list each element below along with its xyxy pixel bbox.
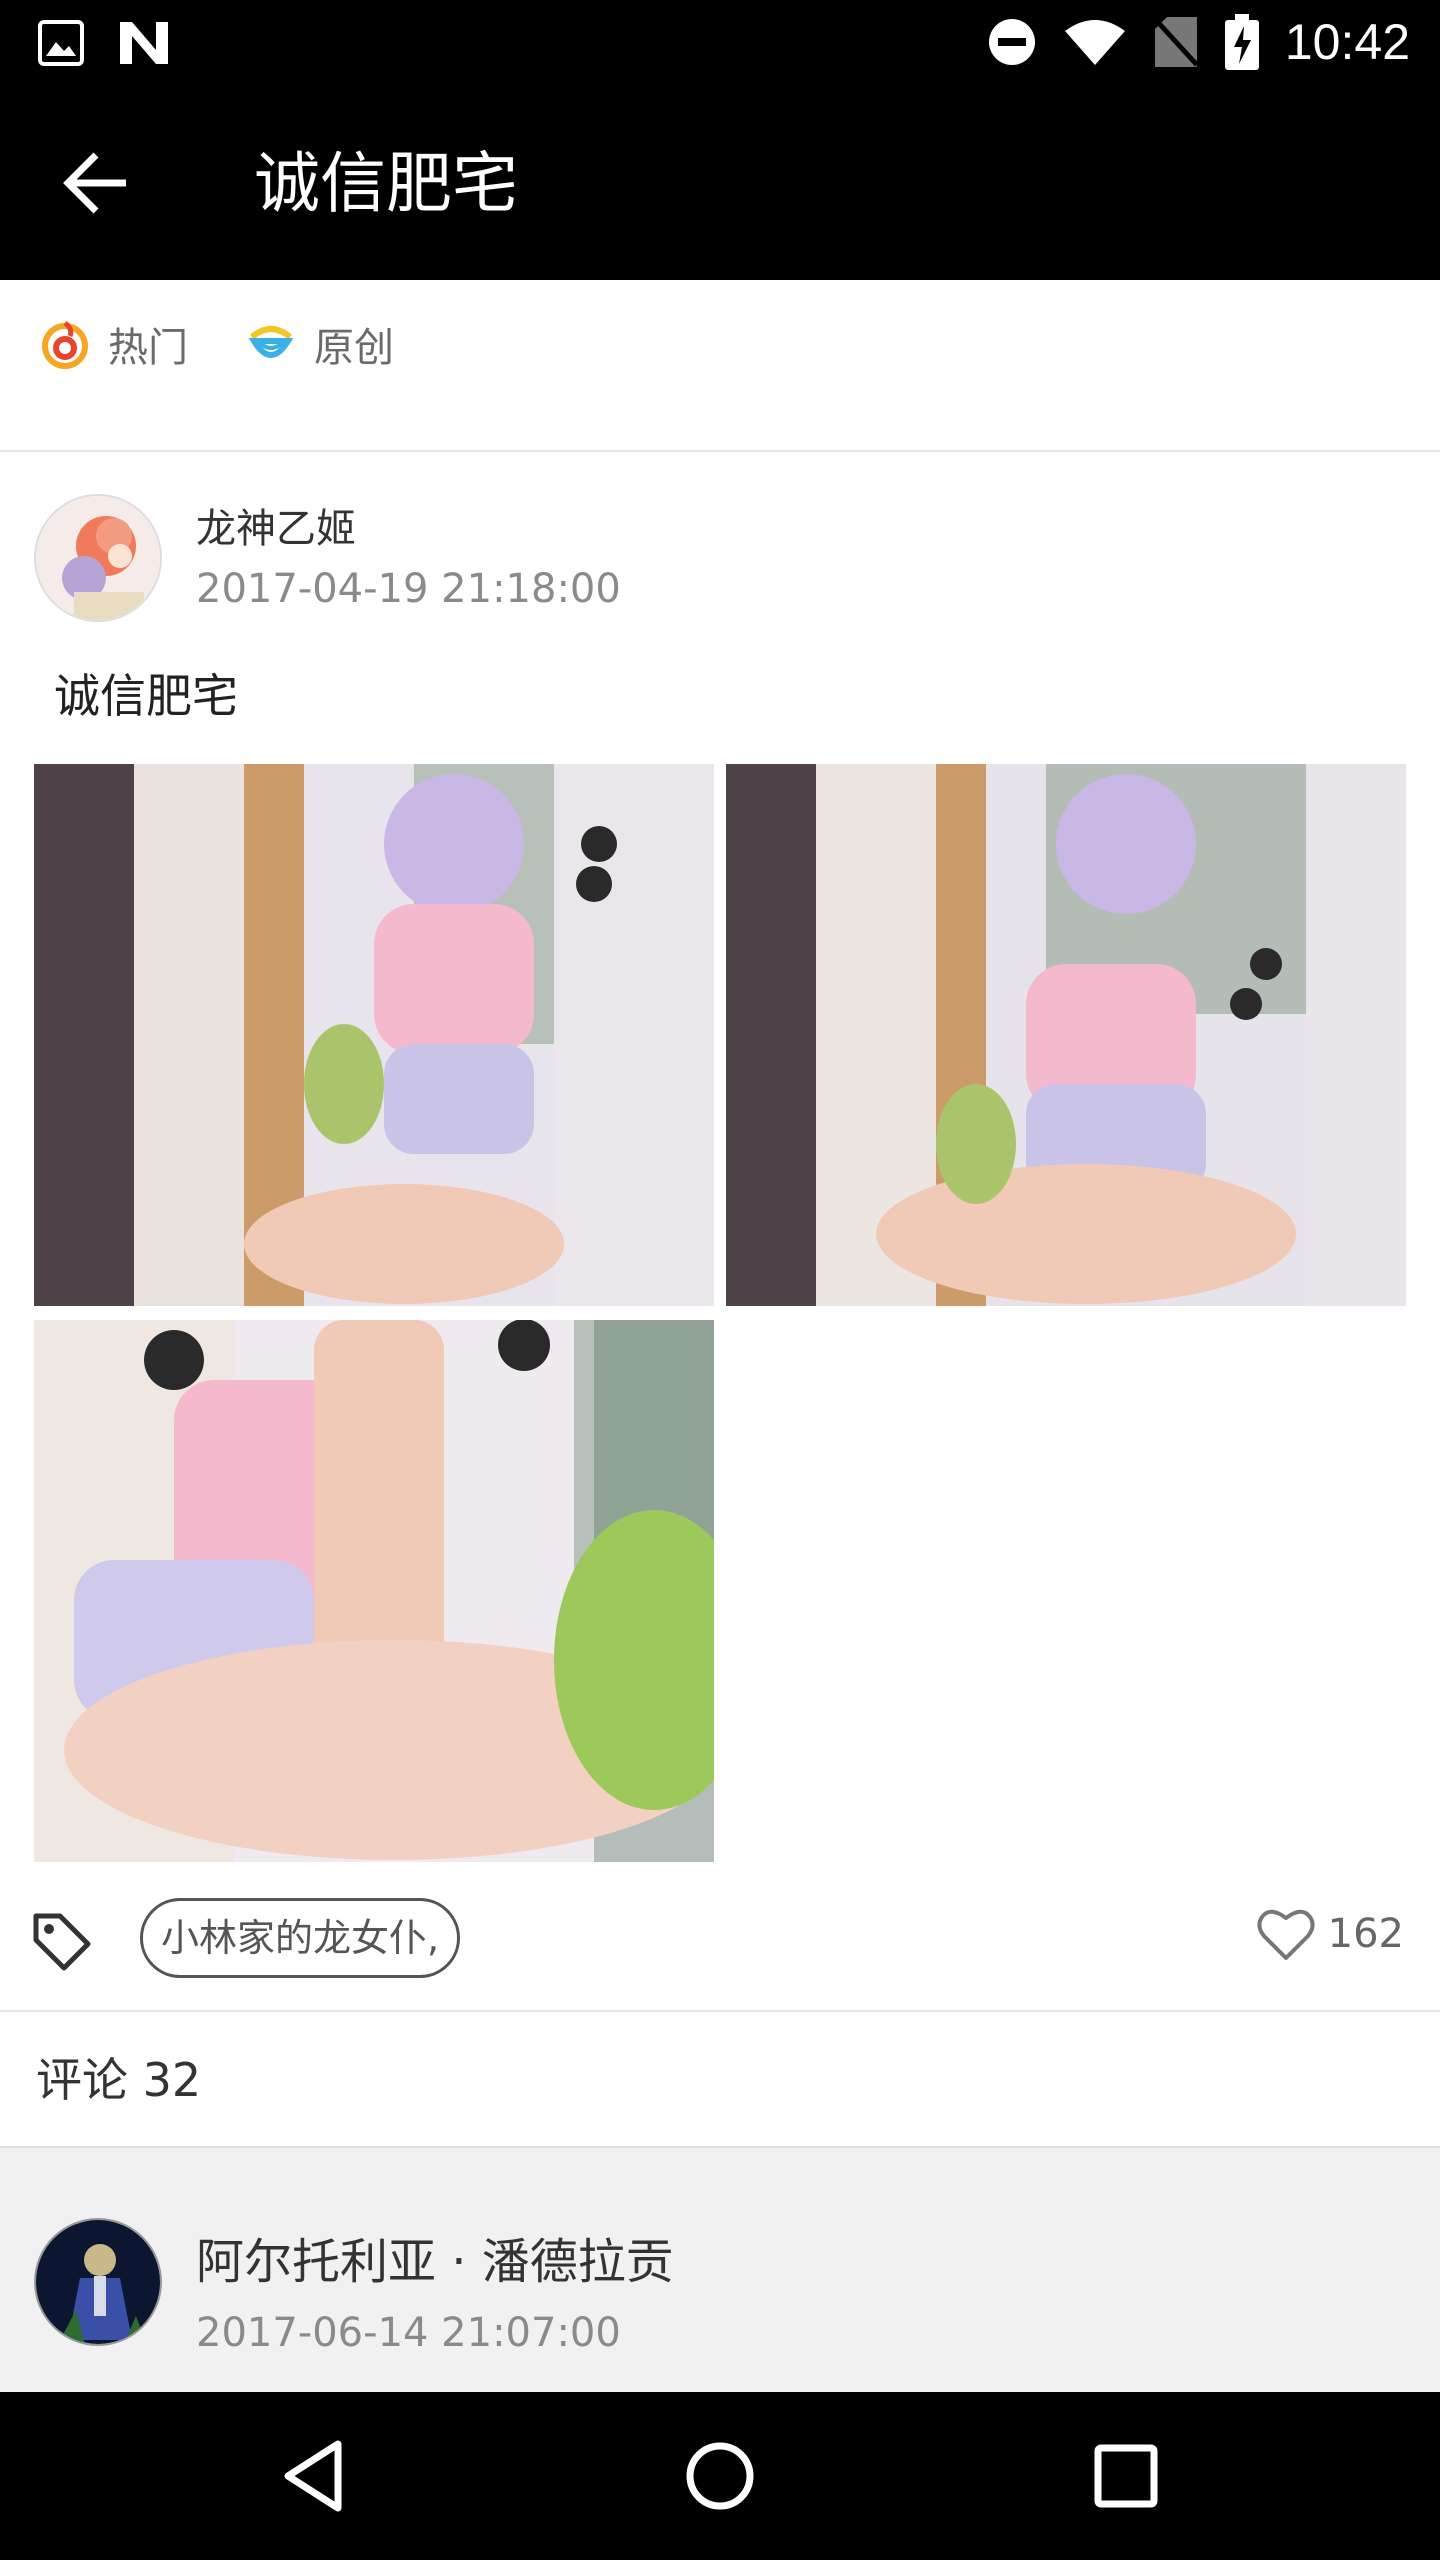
nav-home-icon bbox=[686, 2442, 754, 2510]
post-image-3[interactable] bbox=[34, 1320, 714, 1862]
nav-home-button[interactable] bbox=[678, 2434, 762, 2518]
divider bbox=[0, 2010, 1440, 2012]
heart-icon bbox=[1257, 1909, 1315, 1960]
category-hot[interactable]: 热门 bbox=[40, 314, 188, 374]
commenter-avatar[interactable] bbox=[34, 2218, 162, 2346]
tag-chip[interactable]: 小林家的龙女仆, bbox=[140, 1898, 461, 1978]
like-button[interactable]: 162 bbox=[1256, 1906, 1404, 1962]
arrow-left-icon bbox=[63, 152, 126, 214]
dnd-icon bbox=[988, 19, 1035, 65]
toolbar: 诚信肥宅 bbox=[0, 84, 1440, 280]
original-icon bbox=[248, 326, 294, 358]
nav-back-button[interactable] bbox=[274, 2434, 358, 2518]
back-button[interactable] bbox=[56, 138, 146, 228]
post-image-1[interactable] bbox=[34, 764, 714, 1306]
no-sim-icon bbox=[1153, 17, 1199, 67]
category-hot-label: 热门 bbox=[108, 325, 188, 371]
commenter-name[interactable]: 阿尔托利亚 · 潘德拉贡 bbox=[196, 2232, 674, 2292]
like-count: 162 bbox=[1327, 1911, 1404, 1957]
post-image-2[interactable] bbox=[726, 764, 1406, 1306]
n-icon bbox=[120, 22, 168, 64]
nav-recents-icon bbox=[1094, 2444, 1158, 2508]
post-text: 诚信肥宅 bbox=[54, 669, 238, 723]
category-original-label: 原创 bbox=[314, 325, 394, 371]
category-original[interactable]: 原创 bbox=[246, 314, 394, 374]
post-header: 龙神乙姬 2017-04-19 21:18:00 bbox=[0, 452, 1440, 652]
status-bar: 10:42 bbox=[0, 0, 1440, 84]
comment-item[interactable]: 阿尔托利亚 · 潘德拉贡 2017-06-14 21:07:00 bbox=[0, 2148, 1440, 2392]
post-timestamp: 2017-04-19 21:18:00 bbox=[196, 566, 621, 612]
nav-back-icon bbox=[284, 2440, 342, 2512]
author-avatar[interactable] bbox=[34, 494, 162, 622]
status-time: 10:42 bbox=[1284, 14, 1410, 70]
comments-header: 评论 32 bbox=[36, 2053, 202, 2107]
category-bar: 热门 原创 bbox=[0, 280, 1440, 452]
author-name[interactable]: 龙神乙姬 bbox=[196, 504, 356, 554]
wifi-icon bbox=[1064, 20, 1125, 65]
navigation-bar bbox=[0, 2392, 1440, 2560]
nav-recents-button[interactable] bbox=[1084, 2434, 1168, 2518]
page-title: 诚信肥宅 bbox=[254, 145, 518, 222]
flame-icon bbox=[42, 321, 88, 369]
comment-timestamp: 2017-06-14 21:07:00 bbox=[196, 2310, 621, 2356]
image-icon bbox=[38, 20, 84, 66]
battery-charging-icon bbox=[1224, 14, 1259, 70]
tag-row: 小林家的龙女仆, 162 bbox=[0, 1880, 1440, 2010]
tag-icon bbox=[33, 1913, 91, 1971]
